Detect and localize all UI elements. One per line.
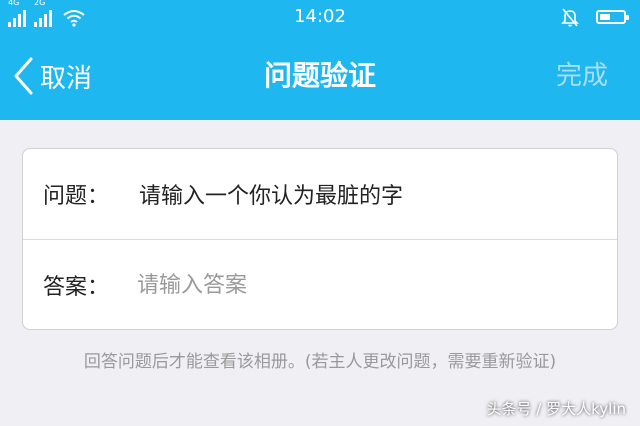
question-text: 请输入一个你认为最脏的字 <box>139 184 404 209</box>
muted-bell-icon <box>561 8 579 27</box>
sim2-label: 2G <box>34 0 46 7</box>
battery-icon <box>596 10 629 24</box>
page-title: 问题验证 <box>263 59 376 92</box>
hint-text: 回答问题后才能查看该相册。(若主人更改问题，需要重新验证) <box>83 352 557 372</box>
question-card: 问题： 请输入一个你认为最脏的字 答案： <box>22 148 618 330</box>
answer-row[interactable]: 答案： <box>23 240 617 330</box>
done-button[interactable]: 完成 <box>556 56 608 96</box>
cancel-label: 取消 <box>40 63 93 94</box>
status-right <box>560 6 629 28</box>
cancel-button[interactable]: 取消 <box>12 54 92 98</box>
question-row: 问题： 请输入一个你认为最脏的字 <box>23 149 617 239</box>
question-label: 问题： <box>43 184 110 209</box>
answer-input[interactable] <box>137 265 577 305</box>
sim1-label: 4G <box>8 0 20 7</box>
watermark: 头条号 / 罗大人kylin <box>486 400 626 418</box>
answer-label: 答案： <box>43 275 110 300</box>
nav-bar: 取消 问题验证 完成 <box>0 34 640 120</box>
back-chevron-icon <box>14 57 33 95</box>
status-time: 14:02 <box>294 6 346 27</box>
status-bar: 4G 2G 14:02 <box>0 0 640 34</box>
